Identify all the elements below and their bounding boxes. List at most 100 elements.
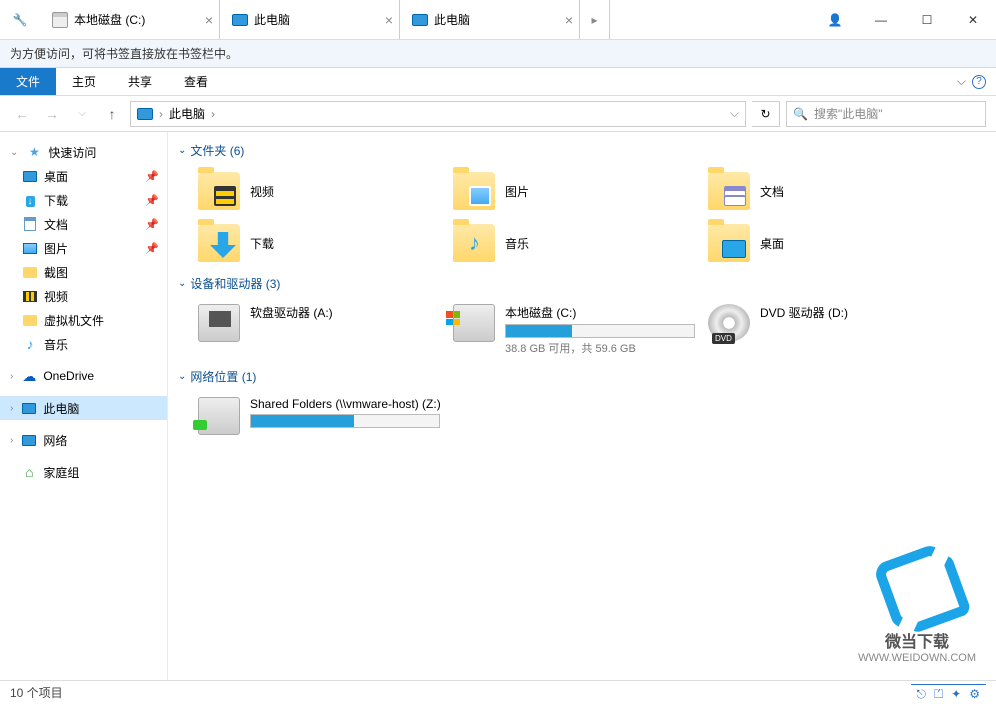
drive-capacity-text: 38.8 GB 可用，共 59.6 GB	[505, 340, 700, 356]
drive-item[interactable]: DVD 驱动器 (D:)	[704, 298, 959, 362]
home-icon	[21, 464, 37, 480]
main-area: ⌄ 快速访问 桌面📌下载📌文档📌图片📌截图视频虚拟机文件音乐 › OneDriv…	[0, 132, 996, 680]
ribbon-home-tab[interactable]: 主页	[56, 68, 112, 95]
new-tab-button[interactable]: ▸	[580, 0, 610, 39]
window-controls: 👤 — ☐ ✕	[812, 0, 996, 40]
sidebar-label: OneDrive	[43, 369, 94, 383]
back-button[interactable]: ←	[10, 106, 34, 122]
sidebar-item-虚拟机文件[interactable]: 虚拟机文件	[0, 308, 167, 332]
sidebar-item-截图[interactable]: 截图	[0, 260, 167, 284]
sidebar-item-label: 视频	[44, 288, 68, 305]
tab-this-pc-2[interactable]: 此电脑 ×	[400, 0, 580, 39]
sidebar-label: 此电脑	[43, 400, 79, 417]
close-icon[interactable]: ×	[205, 12, 213, 28]
status-icon[interactable]: ⏍	[934, 687, 943, 702]
pc-icon	[22, 403, 36, 414]
capacity-bar	[505, 324, 695, 338]
tab-label: 本地磁盘 (C:)	[74, 11, 145, 28]
up-button[interactable]: ↑	[100, 106, 124, 122]
sidebar-label: 快速访问	[48, 144, 96, 161]
sidebar-item-文档[interactable]: 文档📌	[0, 212, 167, 236]
forward-button[interactable]: →	[40, 106, 64, 122]
sidebar-this-pc[interactable]: › 此电脑	[0, 396, 167, 420]
title-bar: 🔧 本地磁盘 (C:) × 此电脑 × 此电脑 × ▸ 👤 — ☐ ✕	[0, 0, 996, 40]
folder-item-下载[interactable]: 下载	[194, 217, 449, 269]
drive-item[interactable]: 软盘驱动器 (A:)	[194, 298, 449, 362]
section-drives[interactable]: ⌄ 设备和驱动器 (3)	[178, 275, 986, 292]
chevron-down-icon: ⌄	[178, 278, 186, 289]
close-icon[interactable]: ×	[565, 12, 573, 28]
sidebar-item-label: 文档	[44, 216, 68, 233]
sidebar-homegroup[interactable]: › 家庭组	[0, 460, 167, 484]
folder-item-图片[interactable]: 图片	[449, 165, 704, 217]
tab-label: 此电脑	[434, 11, 470, 28]
section-network[interactable]: ⌄ 网络位置 (1)	[178, 368, 986, 385]
help-icon[interactable]: ?	[972, 75, 986, 89]
folder-item-视频[interactable]: 视频	[194, 165, 449, 217]
ribbon-bar: 文件 主页 共享 查看 ⌵ ?	[0, 68, 996, 96]
sidebar-item-音乐[interactable]: 音乐	[0, 332, 167, 356]
refresh-button[interactable]: ↻	[752, 101, 780, 127]
user-icon[interactable]: 👤	[812, 0, 858, 40]
search-placeholder: 搜索"此电脑"	[814, 105, 883, 122]
network-drive-item[interactable]: Shared Folders (\\vmware-host) (Z:)	[194, 391, 449, 441]
drive-item[interactable]: 本地磁盘 (C:)38.8 GB 可用，共 59.6 GB	[449, 298, 704, 362]
network-icon	[22, 435, 36, 446]
sidebar-item-桌面[interactable]: 桌面 📌	[0, 164, 167, 188]
sidebar-item-图片[interactable]: 图片📌	[0, 236, 167, 260]
pc-icon	[412, 14, 428, 26]
ribbon-file-tab[interactable]: 文件	[0, 68, 56, 95]
wrench-icon[interactable]: 🔧	[0, 13, 40, 27]
sidebar-item-label: 音乐	[44, 336, 68, 353]
folder-item-桌面[interactable]: 桌面	[704, 217, 959, 269]
chevron-down-icon: ⌄	[10, 147, 18, 158]
chevron-right-icon: ›	[10, 435, 13, 446]
address-bar[interactable]: › 此电脑 › ⌵	[130, 101, 746, 127]
hdd-icon	[453, 304, 495, 342]
search-box[interactable]: 🔍 搜索"此电脑"	[786, 101, 986, 127]
chevron-right-icon[interactable]: ›	[211, 107, 215, 121]
folder-item-文档[interactable]: 文档	[704, 165, 959, 217]
sidebar-quick-access[interactable]: ⌄ 快速访问	[0, 140, 167, 164]
sidebar-item-label: 下载	[44, 192, 68, 209]
cloud-icon	[21, 368, 37, 384]
sidebar-onedrive[interactable]: › OneDrive	[0, 364, 167, 388]
tab-local-disk-c[interactable]: 本地磁盘 (C:) ×	[40, 0, 220, 39]
section-folders[interactable]: ⌄ 文件夹 (6)	[178, 142, 986, 159]
sidebar-item-label: 虚拟机文件	[44, 312, 104, 329]
sidebar-item-下载[interactable]: 下载📌	[0, 188, 167, 212]
pin-icon: 📌	[145, 170, 159, 183]
ribbon-view-tab[interactable]: 查看	[168, 68, 224, 95]
expand-ribbon-icon[interactable]: ⌵	[957, 74, 966, 89]
desk-icon	[23, 171, 37, 182]
sidebar-item-视频[interactable]: 视频	[0, 284, 167, 308]
logo-icon	[872, 542, 962, 632]
folder-icon	[453, 224, 495, 262]
navigation-bar: ← → ⌵ ↑ › 此电脑 › ⌵ ↻ 🔍 搜索"此电脑"	[0, 96, 996, 132]
capacity-bar	[250, 414, 440, 428]
chevron-down-icon: ⌄	[178, 371, 186, 382]
sidebar-item-label: 桌面	[44, 168, 68, 185]
close-button[interactable]: ✕	[950, 0, 996, 40]
pic-icon	[23, 243, 37, 254]
folder-icon	[23, 267, 37, 278]
address-dropdown-icon[interactable]: ⌵	[730, 106, 739, 121]
maximize-button[interactable]: ☐	[904, 0, 950, 40]
status-icon[interactable]: ⎋	[917, 687, 927, 702]
folder-icon	[198, 172, 240, 210]
pc-icon	[232, 14, 248, 26]
watermark-url: WWW.WEIDOWN.COM	[858, 652, 976, 664]
pin-icon: 📌	[145, 242, 159, 255]
close-icon[interactable]: ×	[385, 12, 393, 28]
status-icon[interactable]: ⚙	[969, 687, 980, 702]
status-icon[interactable]: ✦	[951, 687, 961, 702]
folder-item-音乐[interactable]: 音乐	[449, 217, 704, 269]
ribbon-share-tab[interactable]: 共享	[112, 68, 168, 95]
chevron-right-icon[interactable]: ›	[159, 107, 163, 121]
address-segment[interactable]: 此电脑	[169, 105, 205, 122]
minimize-button[interactable]: —	[858, 0, 904, 40]
tab-this-pc-1[interactable]: 此电脑 ×	[220, 0, 400, 39]
folder-icon	[453, 172, 495, 210]
recent-dropdown[interactable]: ⌵	[70, 108, 94, 119]
sidebar-network[interactable]: › 网络	[0, 428, 167, 452]
